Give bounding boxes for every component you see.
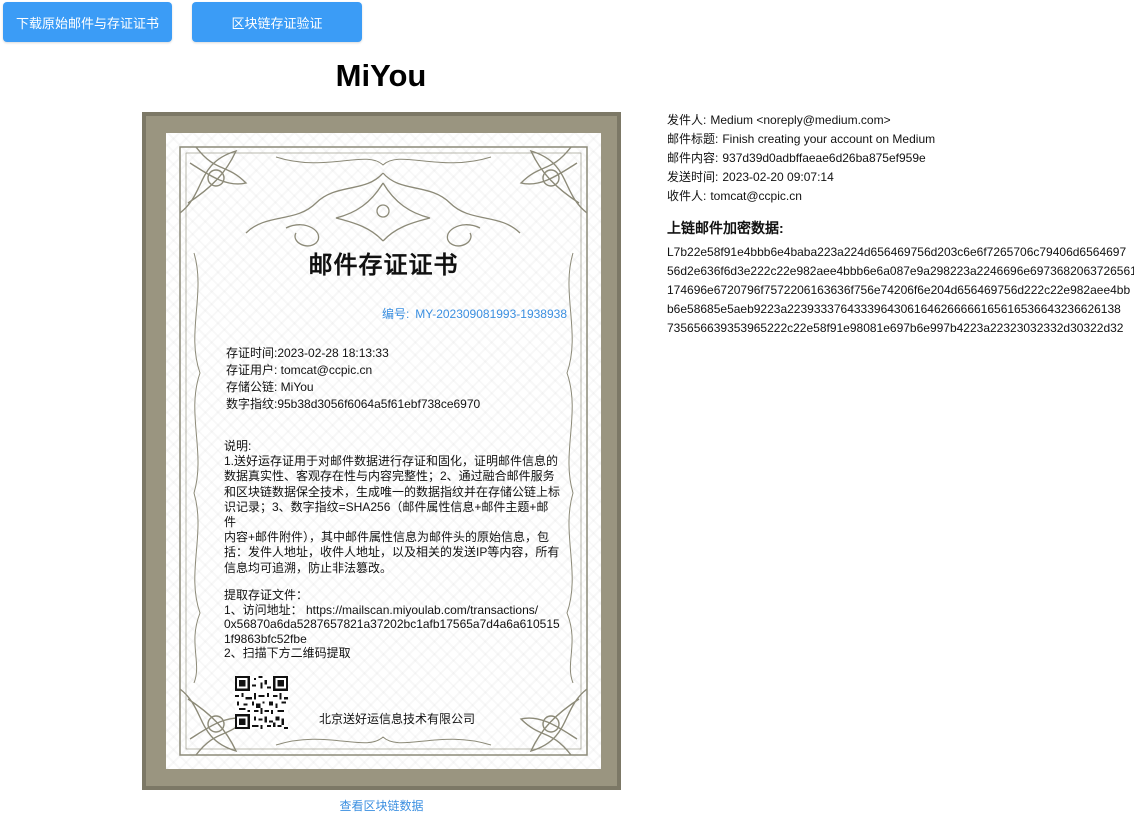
qr-code-icon [235, 676, 288, 729]
meta-label: 邮件标题: [667, 132, 719, 146]
encrypted-data-line: L7b22e58f91e4bbb6e4baba223a224d656469756… [667, 245, 1127, 259]
description-line: 和区块链数据保全技术，生成唯一的数据指纹并在存储公链上标 [224, 484, 561, 499]
certificate-field-fingerprint: 数字指纹:95b38d3056f6064a5f61ebf738ce6970 [226, 397, 481, 411]
certificate-number-value: MY-202309081993-1938938 [415, 307, 567, 321]
retrieve-line: 1、访问地址： https://mailscan.miyoulab.com/tr… [224, 602, 539, 617]
certificate-heading: 邮件存证证书 [308, 251, 459, 279]
encrypted-data-line: 56d2e636f6d3e222c22e982aee4bbb6e6a087e9a… [667, 264, 1134, 278]
meta-label: 邮件内容: [667, 151, 719, 165]
encrypted-data-line: b6e58685e5aeb9223a2239333764333964306164… [667, 302, 1121, 316]
description-line: 数据真实性、客观存在性与内容完整性；2、通过融合邮件服务 [224, 469, 555, 484]
certificate-retrieve-info: 提取存证文件： 1、访问地址： https://mailscan.miyoula… [224, 588, 564, 661]
certificate-number: 编号: MY-202309081993-1938938 [382, 305, 567, 322]
meta-content: 邮件内容: 937d39d0adbffaeae6d26ba875ef959e [667, 149, 935, 168]
certificate-field-time: 存证时间:2023-02-28 18:13:33 [226, 346, 389, 360]
encrypted-data-line: 735656639353965222c22e58f91e98081e697b6e… [667, 321, 1124, 335]
meta-subject: 邮件标题: Finish creating your account on Med… [667, 130, 935, 149]
encrypted-data-block: L7b22e58f91e4bbb6e4baba223a224d656469756… [667, 243, 1134, 338]
blockchain-verify-button[interactable]: 区块链存证验证 [192, 2, 362, 42]
certificate-field-chain: 存储公链: MiYou [226, 380, 314, 394]
description-line: 内容+邮件附件），其中邮件属性信息为邮件头的原始信息，包 [224, 530, 550, 545]
meta-label: 收件人: [667, 189, 707, 203]
description-line: 1.送好运存证用于对邮件数据进行存证和固化，证明邮件信息的 [224, 454, 559, 469]
meta-label: 发送时间: [667, 170, 719, 184]
certificate-field-user: 存证用户: tomcat@ccpic.cn [226, 363, 373, 377]
email-metadata: 发件人: Medium <noreply@medium.com> 邮件标题: Fin… [667, 111, 935, 206]
description-line: 信息均可追溯，防止非法篡改。 [224, 560, 393, 575]
meta-recipient: 收件人: tomcat@ccpic.cn [667, 187, 935, 206]
retrieve-line: 0x56870a6da5287657821a37202bc1afb17565a7… [224, 617, 560, 632]
meta-label: 发件人: [667, 113, 707, 127]
meta-value: Medium <noreply@medium.com> [710, 113, 891, 127]
certificate-number-label: 编号: [381, 307, 410, 321]
description-line: 说明: [224, 439, 252, 453]
encrypted-data-line: 174696e6720796f7572206163636f756e74206f6… [667, 283, 1131, 297]
download-email-certificate-button[interactable]: 下载原始邮件与存证证书 [3, 2, 172, 42]
meta-sender: 发件人: Medium <noreply@medium.com> [667, 111, 935, 130]
meta-value: tomcat@ccpic.cn [710, 189, 802, 203]
certificate-frame: 邮件存证证书 编号: MY-202309081993-1938938 存证时间:2… [142, 112, 621, 790]
page-title: MiYou [335, 58, 427, 93]
certificate-fields: 存证时间:2023-02-28 18:13:33 存证用户: tomcat@cc… [226, 345, 566, 413]
retrieve-line: 提取存证文件： [224, 588, 309, 602]
meta-value: 937d39d0adbffaeae6d26ba875ef959e [722, 151, 926, 165]
retrieve-line: 1f9863bfc52fbe [224, 631, 307, 646]
certificate-company-name: 北京送好运信息技术有限公司 [319, 712, 476, 726]
meta-value: Finish creating your account on Medium [722, 132, 936, 146]
encrypted-data-title: 上链邮件加密数据: [667, 220, 784, 236]
meta-sent-time: 发送时间: 2023-02-20 09:07:14 [667, 168, 935, 187]
view-blockchain-data-link[interactable]: 查看区块链数据 [142, 797, 621, 814]
description-line: 括：发件人地址，收件人地址，以及相关的发送IP等内容，所有 [224, 545, 560, 560]
meta-value: 2023-02-20 09:07:14 [722, 170, 834, 184]
retrieve-line: 2、扫描下方二维码提取 [224, 646, 351, 661]
description-line: 识记录；3、数字指纹=SHA256（邮件属性信息+邮件主题+邮件 [224, 499, 549, 530]
certificate-paper: 邮件存证证书 编号: MY-202309081993-1938938 存证时间:2… [166, 133, 601, 769]
certificate-description: 说明: 1.送好运存证用于对邮件数据进行存证和固化，证明邮件信息的 数据真实性、… [224, 439, 560, 576]
